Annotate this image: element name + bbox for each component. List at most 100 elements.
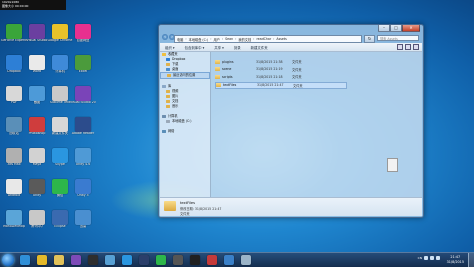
back-button[interactable]: ‹ xyxy=(162,34,168,40)
desktop-icon xyxy=(166,68,170,71)
desktop-icon-label: Unity 5 xyxy=(77,194,89,197)
folder-icon xyxy=(215,67,220,71)
app-icon xyxy=(52,55,68,70)
file-name: scripts xyxy=(222,74,233,79)
app-icon xyxy=(29,86,45,101)
preview-pane-icon[interactable] xyxy=(405,44,411,50)
file-date: 31/8/2015 21:19 xyxy=(256,67,283,71)
details-name: textFiles xyxy=(180,201,195,205)
file-row[interactable]: textFiles 31/8/2015 21:47 文件夹 xyxy=(215,81,347,89)
show-desktop-button[interactable] xyxy=(468,253,474,267)
nav-item-label: 桌面 xyxy=(172,67,179,71)
breadcrumb-item[interactable]: 电脑 xyxy=(175,37,185,42)
app-icon xyxy=(29,210,45,225)
nav-item[interactable]: 最近访问的位置 xyxy=(160,72,210,79)
desktop-icon-label: Adobe Reader xyxy=(71,132,95,135)
breadcrumb-item[interactable]: Sean xyxy=(223,37,235,41)
app-icon xyxy=(75,210,91,225)
search-input[interactable]: 搜索 Assets xyxy=(377,35,419,41)
close-button[interactable]: ✕ xyxy=(402,25,420,32)
flag-icon[interactable] xyxy=(436,256,440,260)
desktop-icon[interactable]: Unity 5 xyxy=(70,179,96,206)
taskbar-app-icon[interactable] xyxy=(241,255,251,265)
taskbar-app-icon[interactable] xyxy=(173,255,183,265)
app-icon xyxy=(29,179,45,194)
details-type: 文件夹 xyxy=(180,212,190,216)
volume-icon[interactable] xyxy=(430,256,434,260)
file-row[interactable]: scene 31/8/2015 21:19 文件夹 xyxy=(215,67,345,72)
desktop-document-icon[interactable] xyxy=(387,158,398,172)
breadcrumb-item[interactable]: 我的文档 xyxy=(236,37,253,42)
desktop-icon[interactable]: Visual Studio 2013 xyxy=(70,86,96,113)
minimize-button[interactable]: – xyxy=(378,25,390,32)
folder-icon xyxy=(166,90,170,93)
app-icon xyxy=(75,148,91,163)
recorder-widget[interactable]: 1920x1080 图像大小 00:00:00 xyxy=(0,0,66,10)
file-row[interactable]: plugins 31/8/2015 21:38 文件夹 xyxy=(215,59,345,64)
app-icon xyxy=(52,86,68,101)
view-mode-icon[interactable] xyxy=(397,44,403,50)
breadcrumb-item[interactable]: Assets xyxy=(274,37,288,41)
explorer-window[interactable]: – □ ✕ ‹ › 电脑 › 本地磁盘 (C:) › 用户 › Sean › 我的文档 › read… xyxy=(158,24,424,218)
desktop-icon[interactable]: 百度网盘 xyxy=(70,24,96,51)
taskbar-app-icon[interactable] xyxy=(122,255,132,265)
taskbar-app-icon[interactable] xyxy=(156,255,166,265)
view-controls xyxy=(397,44,422,50)
clock[interactable]: 21:47 31/8/2015 xyxy=(447,255,464,264)
address-bar[interactable]: 电脑 › 本地磁盘 (C:) › 用户 › Sean › 我的文档 › readChar › Asset… xyxy=(174,35,362,43)
desktop-icon[interactable]: Unity 4.6 xyxy=(70,148,96,175)
start-button[interactable] xyxy=(2,254,14,266)
burn-button[interactable]: 刻录 xyxy=(229,45,246,50)
taskbar-app-icon[interactable] xyxy=(139,255,149,265)
folder-icon xyxy=(215,74,220,79)
app-icon xyxy=(29,117,45,132)
maximize-button[interactable]: □ xyxy=(390,25,402,32)
taskbar-app-icon[interactable] xyxy=(105,255,115,265)
include-library-menu[interactable]: 包含到库中 ▾ xyxy=(180,45,210,50)
new-folder-button[interactable]: 新建文件夹 xyxy=(246,45,273,50)
taskbar-app-icon[interactable] xyxy=(20,255,30,265)
app-icon xyxy=(6,24,22,39)
desktop-icon[interactable]: Adobe Reader xyxy=(70,117,96,144)
nav-item-label: 库 xyxy=(168,84,172,88)
desktop-icon[interactable]: Excel xyxy=(70,55,96,82)
taskbar-app-icon[interactable] xyxy=(71,255,81,265)
taskbar-app-icon[interactable] xyxy=(37,255,47,265)
language-indicator[interactable]: CN xyxy=(418,256,422,260)
taskbar-app-icon[interactable] xyxy=(54,255,64,265)
folder-icon xyxy=(167,74,171,77)
nav-item[interactable]: 网络 xyxy=(160,129,210,134)
file-date: 31/8/2015 21:47 xyxy=(257,83,284,87)
file-row[interactable]: scripts 31/8/2015 21:18 文件夹 xyxy=(215,74,345,79)
breadcrumb-item[interactable]: 本地磁盘 (C:) xyxy=(187,37,211,42)
window-titlebar[interactable]: – □ ✕ xyxy=(159,25,423,34)
file-type: 文件夹 xyxy=(292,60,302,64)
refresh-button[interactable]: ↻ xyxy=(364,35,375,43)
file-list[interactable]: plugins 31/8/2015 21:38 文件夹 scene 31/8/2015 … xyxy=(211,52,422,197)
app-icon xyxy=(52,210,68,225)
desktop-icon-label: Unity 4.6 xyxy=(75,163,91,166)
taskbar-app-icon[interactable] xyxy=(88,255,98,265)
window-controls: – □ ✕ xyxy=(378,25,420,32)
help-icon[interactable] xyxy=(413,44,419,50)
organize-menu[interactable]: 组织 ▾ xyxy=(160,45,180,50)
taskbar: CN 21:47 31/8/2015 xyxy=(0,252,474,267)
breadcrumb-item[interactable]: readChar xyxy=(254,37,273,41)
file-name: textFiles xyxy=(223,83,237,87)
nav-item-label: 最近访问的位置 xyxy=(173,73,196,77)
desktop-icon[interactable]: 迅雷 xyxy=(70,210,96,237)
navigation-pane[interactable]: 收藏夹 Dropbox 下载 桌面 最近访问的位置库视频 图片 文档 音乐 计算机 本地磁盘 (C… xyxy=(160,52,211,197)
taskbar-app-icon[interactable] xyxy=(224,255,234,265)
folder-icon xyxy=(166,95,170,98)
network-icon[interactable] xyxy=(424,256,428,260)
computer-icon xyxy=(162,115,166,118)
explorer-body: 收藏夹 Dropbox 下载 桌面 最近访问的位置库视频 图片 文档 音乐 计算机 本地磁盘 (C… xyxy=(160,52,422,197)
app-icon xyxy=(52,148,68,163)
app-icon xyxy=(52,179,68,194)
folder-icon xyxy=(166,63,170,66)
share-menu[interactable]: 共享 ▾ xyxy=(209,45,229,50)
breadcrumb-item[interactable]: 用户 xyxy=(212,37,222,42)
taskbar-app-icon[interactable] xyxy=(207,255,217,265)
taskbar-app-icon[interactable] xyxy=(190,255,200,265)
app-icon xyxy=(29,24,45,39)
